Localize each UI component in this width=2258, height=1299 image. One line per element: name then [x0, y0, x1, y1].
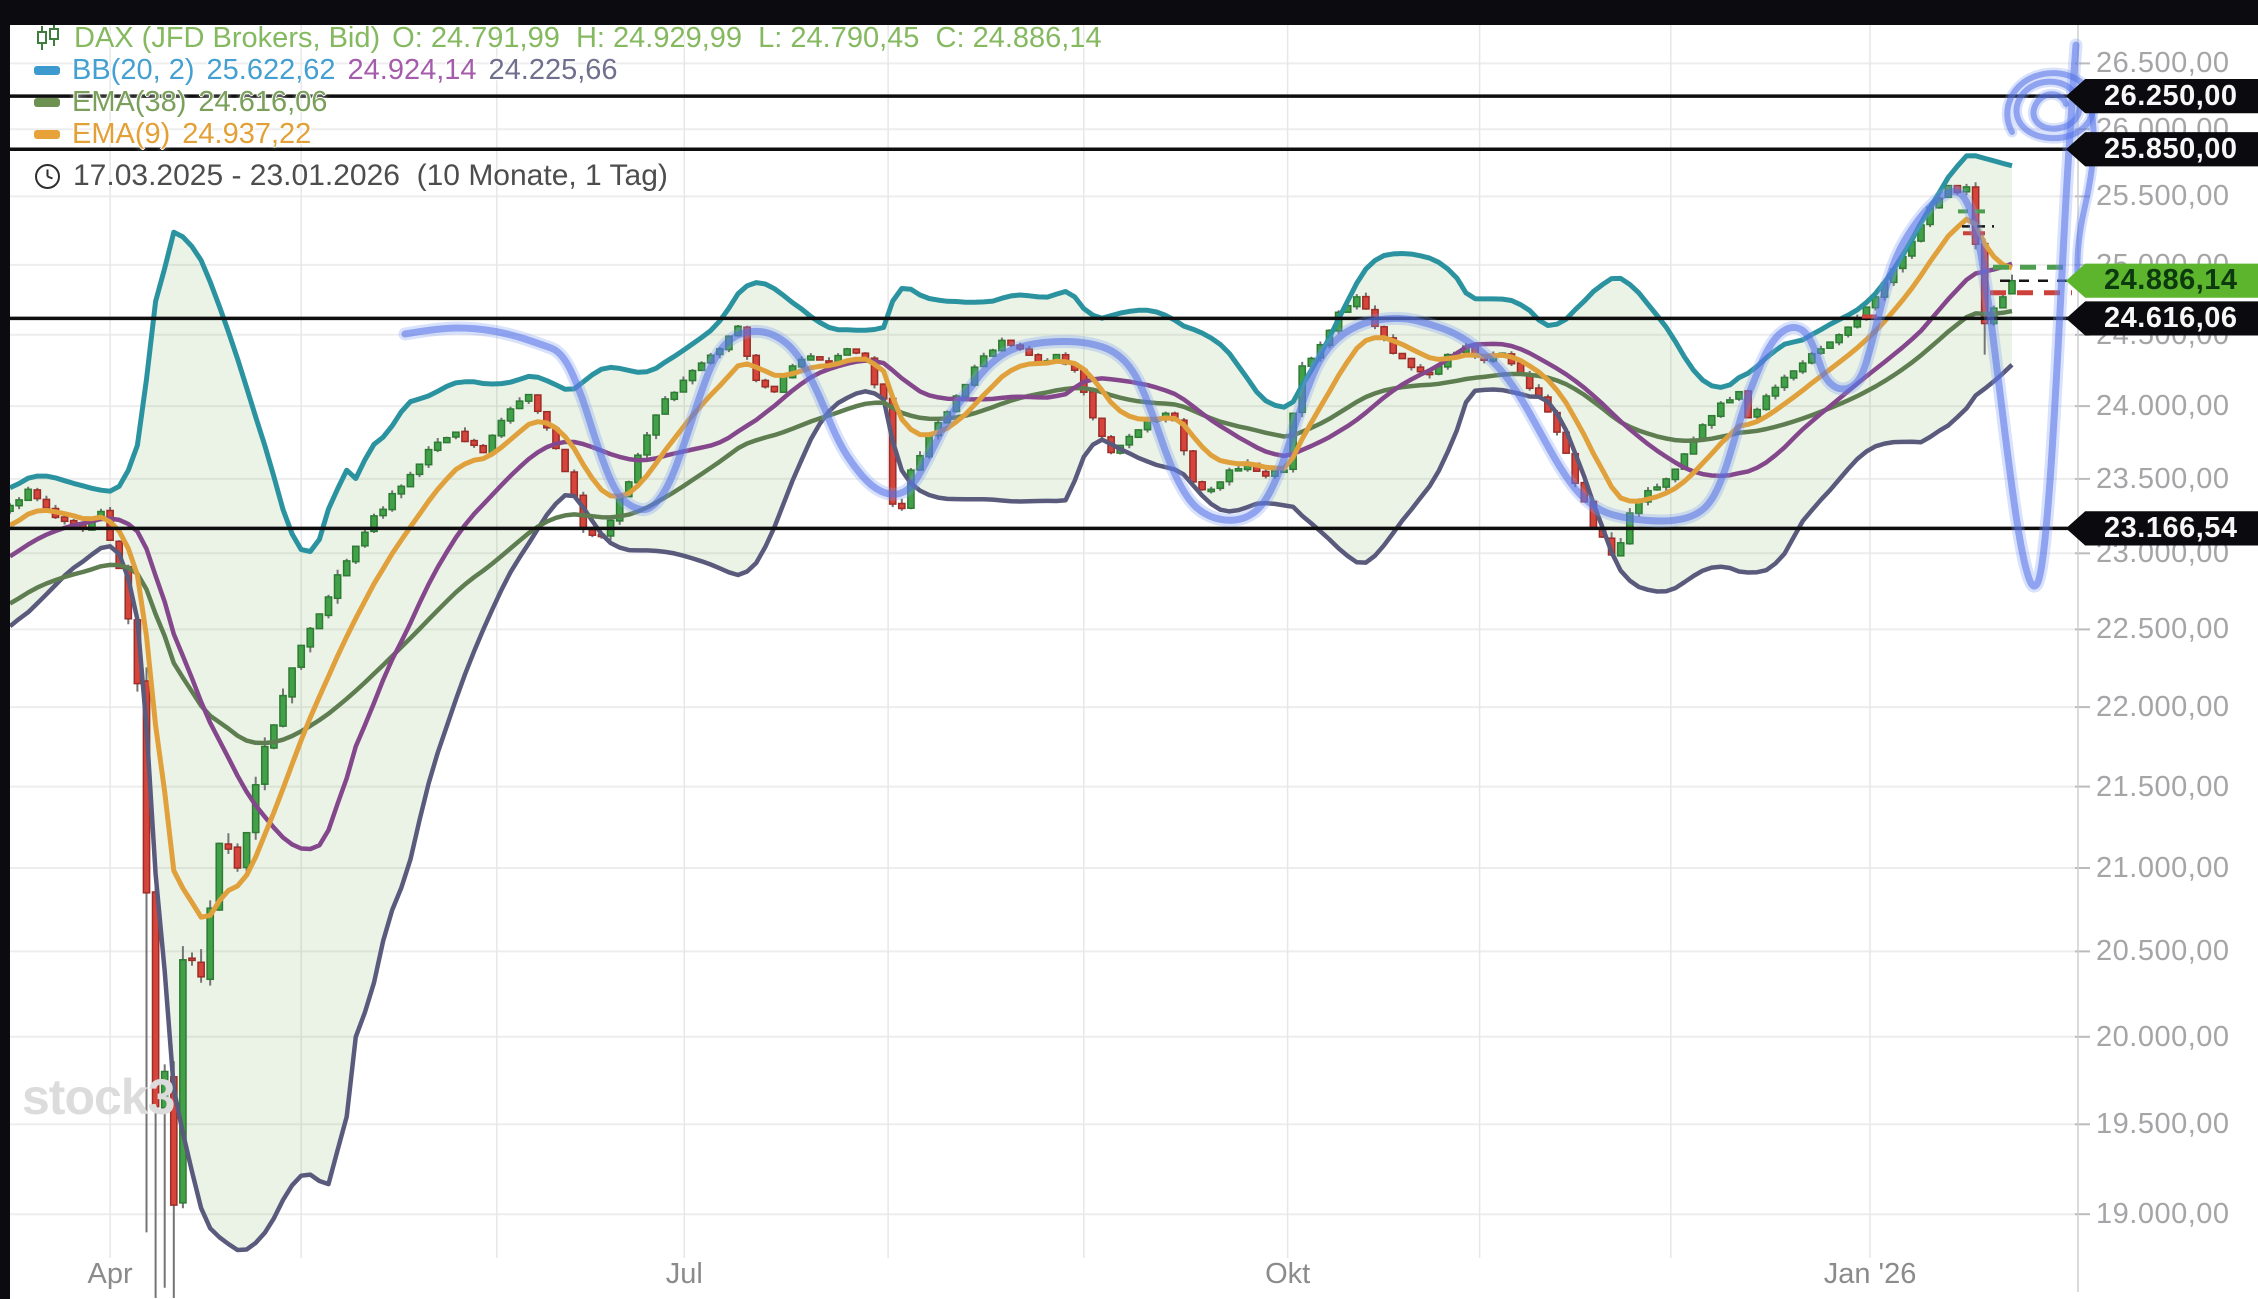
price-chart-canvas[interactable]	[0, 0, 2258, 1299]
price-tick-label: 25.500,00	[2096, 180, 2256, 212]
hline-price-tag: 26.250,00	[2066, 77, 2258, 115]
clock-icon	[34, 163, 61, 190]
date-range-text: 17.03.2025 - 23.01.2026 (10 Monate, 1 Ta…	[73, 159, 668, 193]
hline-price-tag: 24.616,06	[2066, 299, 2258, 337]
price-tick-label: 21.500,00	[2096, 771, 2256, 803]
instrument-name: DAX (JFD Brokers, Bid)	[74, 22, 380, 55]
ema38-value: 24.616,06	[198, 86, 327, 119]
legend-row-ema38[interactable]: EMA(38) 24.616,06	[34, 86, 1102, 118]
price-tick-label: 19.000,00	[2096, 1198, 2256, 1230]
legend-row-bb[interactable]: BB(20, 2) 25.622,62 24.924,14 24.225,66	[34, 54, 1102, 86]
price-tick-label: 24.000,00	[2096, 390, 2256, 422]
price-tick-label: 22.000,00	[2096, 691, 2256, 723]
hline-price-tag: 25.850,00	[2066, 130, 2258, 168]
current-price-tag: 24.886,14	[2066, 262, 2258, 300]
candlestick-icon	[34, 24, 62, 52]
ema9-label: EMA(9)	[72, 118, 170, 151]
month-label: Jul	[666, 1258, 703, 1290]
ema38-label: EMA(38)	[72, 86, 186, 119]
ema9-value: 24.937,22	[182, 118, 311, 151]
price-tick-label: 20.000,00	[2096, 1021, 2256, 1053]
bb-label: BB(20, 2)	[72, 54, 195, 87]
bb-upper-value: 25.622,62	[207, 54, 336, 87]
hline-price-tag: 23.166,54	[2066, 509, 2258, 547]
bb-swatch-icon	[34, 66, 60, 75]
ema9-swatch-icon	[34, 130, 60, 139]
left-edge-bar	[0, 0, 10, 1299]
month-label: Apr	[88, 1258, 133, 1290]
legend-row-instrument[interactable]: DAX (JFD Brokers, Bid) O: 24.791,99 H: 2…	[34, 22, 1102, 54]
legend-row-daterange: 17.03.2025 - 23.01.2026 (10 Monate, 1 Ta…	[34, 158, 1102, 194]
ema38-swatch-icon	[34, 98, 60, 107]
ohlc-values: O: 24.791,99 H: 24.929,99 L: 24.790,45 C…	[392, 22, 1101, 55]
month-label: Jan '26	[1824, 1258, 1917, 1290]
price-tick-label: 19.500,00	[2096, 1108, 2256, 1140]
price-tick-label: 21.000,00	[2096, 852, 2256, 884]
chart-legend: DAX (JFD Brokers, Bid) O: 24.791,99 H: 2…	[34, 22, 1102, 194]
month-label: Okt	[1265, 1258, 1310, 1290]
price-tick-label: 22.500,00	[2096, 613, 2256, 645]
price-tick-label: 26.500,00	[2096, 47, 2256, 79]
chart-window: stock3 DAX (JFD Brokers, Bid) O: 24.791,…	[0, 0, 2258, 1299]
bb-middle-value: 24.924,14	[348, 54, 477, 87]
price-tick-label: 20.500,00	[2096, 935, 2256, 967]
bb-lower-value: 24.225,66	[489, 54, 618, 87]
top-edge-bar	[0, 0, 2258, 25]
legend-row-ema9[interactable]: EMA(9) 24.937,22	[34, 118, 1102, 150]
price-tick-label: 23.500,00	[2096, 463, 2256, 495]
stock3-watermark: stock3	[22, 1068, 174, 1126]
